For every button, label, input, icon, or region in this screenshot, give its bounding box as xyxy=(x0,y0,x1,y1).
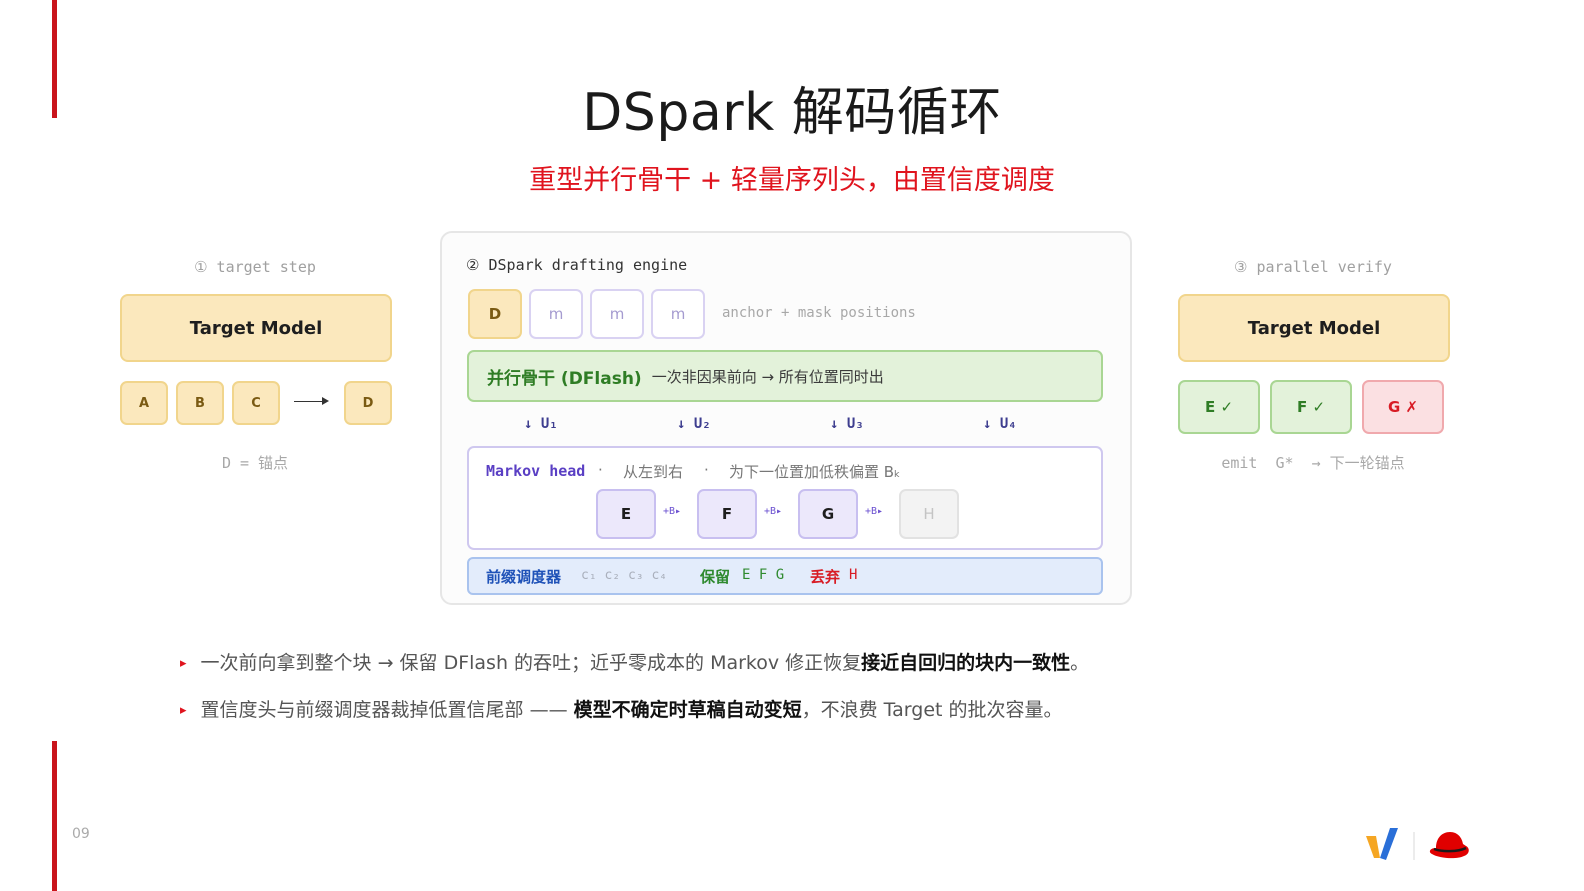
page-number: 09 xyxy=(72,826,90,842)
drop-tokens: H xyxy=(849,567,858,583)
bias-arrow: +B▸ xyxy=(764,506,783,517)
parallel-backbone-box: 并行骨干 (DFlash) 一次非因果前向 → 所有位置同时出 xyxy=(467,350,1103,402)
parallel-verify-label: ③ parallel verify xyxy=(1234,258,1392,276)
scheduler-label: 前缀调度器 xyxy=(486,568,562,586)
drop-label: 丢弃 xyxy=(810,568,841,586)
slide-title: DSpark 解码循环 xyxy=(582,83,1002,143)
red-hat-logo-icon xyxy=(1429,832,1469,859)
confidence-values: c₁ c₂ c₃ c₄ xyxy=(581,568,668,583)
accent-bar-bottom xyxy=(52,741,57,891)
bullet-item-1: ▸ 一次前向拿到整个块 → 保留 DFlash 的吞吐；近乎零成本的 Markov… xyxy=(180,648,1089,675)
keep-tokens: E F G xyxy=(742,567,785,583)
input-token-a: A xyxy=(120,381,168,425)
prefix-scheduler-box xyxy=(467,557,1103,595)
backbone-title: 并行骨干 (DFlash) xyxy=(487,368,642,389)
input-token-c: C xyxy=(232,381,280,425)
draft-token-e: E xyxy=(596,489,656,539)
bullet-item-2: ▸ 置信度头与前缀调度器裁掉低置信尾部 —— 模型不确定时草稿自动变短，不浪费 T… xyxy=(180,695,1063,722)
bullet-text: 置信度头与前缀调度器裁掉低置信尾部 —— xyxy=(200,699,574,721)
verdict-f-accepted: F ✓ xyxy=(1270,380,1352,434)
output-token-d: D xyxy=(344,381,392,425)
verdict-e-accepted: E ✓ xyxy=(1178,380,1260,434)
u-label-3: ↓ U₃ xyxy=(830,416,864,432)
bullet-text: 一次前向拿到整个块 → 保留 DFlash 的吞吐；近乎零成本的 Markov … xyxy=(200,652,862,674)
target-model-box-right: Target Model xyxy=(1178,294,1450,362)
markov-head-title: Markov head xyxy=(486,462,586,480)
input-token-b: B xyxy=(176,381,224,425)
target-step-label: ① target step xyxy=(194,258,316,276)
logo-area xyxy=(1364,824,1474,866)
backbone-description: 一次非因果前向 → 所有位置同时出 xyxy=(651,367,884,386)
bullet-triangle-icon: ▸ xyxy=(180,703,187,718)
arrow-line xyxy=(294,401,322,402)
bullet-emphasis: 接近自回归的块内一致性 xyxy=(861,652,1071,674)
markov-separator: · xyxy=(598,461,603,479)
slide-subtitle: 重型并行骨干 + 轻量序列头，由置信度调度 xyxy=(529,165,1055,196)
bullet-triangle-icon: ▸ xyxy=(180,656,187,671)
bullet-text: ，不浪费 Target 的批次容量。 xyxy=(801,699,1063,721)
mask-slot: m xyxy=(590,289,644,339)
u-label-1: ↓ U₁ xyxy=(524,416,558,432)
emit-note: emit G* → 下一轮锚点 xyxy=(1221,454,1405,472)
arrow-right-icon xyxy=(322,397,329,405)
anchor-slot: D xyxy=(468,289,522,339)
bias-arrow: +B▸ xyxy=(865,506,884,517)
verdict-g-rejected: G ✗ xyxy=(1362,380,1444,434)
markov-bias-text: 为下一位置加低秩偏置 Bₖ xyxy=(729,463,901,481)
u-label-2: ↓ U₂ xyxy=(677,416,711,432)
keep-label: 保留 xyxy=(700,568,731,586)
u-label-4: ↓ U₄ xyxy=(983,416,1017,432)
mask-slot: m xyxy=(529,289,583,339)
target-model-box-left: Target Model xyxy=(120,294,392,362)
bullet-text: 。 xyxy=(1070,652,1090,674)
draft-token-h: H xyxy=(899,489,959,539)
bias-arrow: +B▸ xyxy=(663,506,682,517)
anchor-note: D = 锚点 xyxy=(221,454,289,472)
markov-separator: · xyxy=(704,461,709,479)
engine-label: ② DSpark drafting engine xyxy=(466,256,688,274)
mask-slot: m xyxy=(651,289,705,339)
bullet-emphasis: 模型不确定时草稿自动变短 xyxy=(573,699,802,721)
markov-direction-text: 从左到右 xyxy=(623,463,684,481)
draft-token-g: G xyxy=(798,489,858,539)
draft-token-f: F xyxy=(697,489,757,539)
mask-positions-note: anchor + mask positions xyxy=(722,305,916,321)
